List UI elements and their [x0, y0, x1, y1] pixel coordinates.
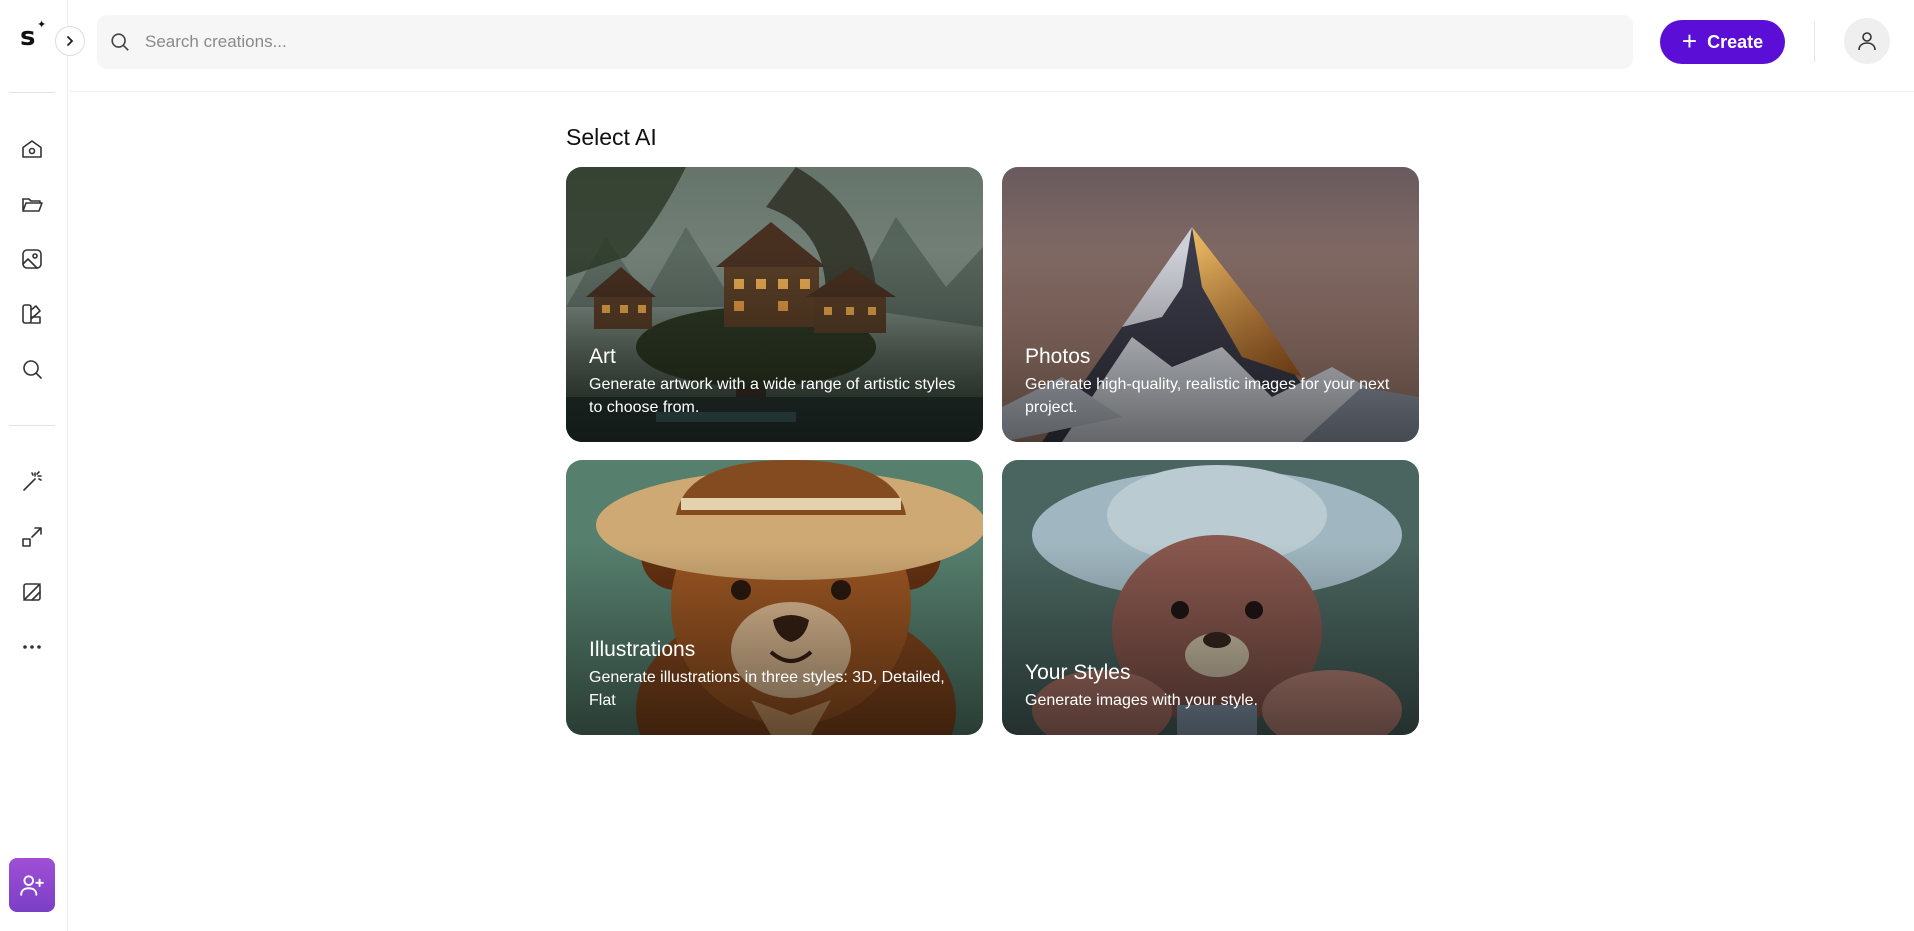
- ai-card-illustrations[interactable]: Illustrations Generate illustrations in …: [566, 460, 983, 735]
- ai-card-art[interactable]: Art Generate artwork with a wide range o…: [566, 167, 983, 442]
- palette-icon: [22, 304, 41, 324]
- search-input[interactable]: [145, 15, 1615, 69]
- card-description: Generate artwork with a wide range of ar…: [589, 376, 956, 416]
- section-title: Select AI: [566, 124, 657, 150]
- plus-icon: +: [1681, 26, 1698, 56]
- card-title: Photos: [1025, 345, 1091, 368]
- sidebar-divider: [9, 92, 55, 93]
- sidebar-item-edit[interactable]: [12, 572, 52, 612]
- logo-letter: s: [20, 22, 36, 52]
- invite-user-button[interactable]: [9, 858, 55, 912]
- card-description: Generate illustrations in three styles: …: [589, 669, 945, 709]
- sidebar: s ✦: [0, 0, 68, 931]
- create-button[interactable]: + Create: [1660, 20, 1785, 64]
- sidebar-item-gallery[interactable]: [12, 239, 52, 279]
- user-avatar-button[interactable]: [1844, 18, 1890, 64]
- folder-icon: [22, 198, 43, 212]
- logo-sparkle-icon: ✦: [37, 18, 47, 31]
- card-description: Generate images with your style.: [1025, 692, 1258, 709]
- sidebar-item-home[interactable]: [12, 129, 52, 169]
- magic-wand-icon: [23, 471, 42, 491]
- card-title: Art: [589, 345, 616, 368]
- header-divider: [1814, 22, 1815, 62]
- card-title: Illustrations: [589, 638, 696, 661]
- sidebar-expand-button[interactable]: [55, 26, 85, 56]
- home-icon: [22, 140, 42, 158]
- add-user-icon: [20, 875, 44, 896]
- search-icon: [109, 31, 131, 53]
- sidebar-item-upscale[interactable]: [12, 517, 52, 557]
- sidebar-item-magic[interactable]: [12, 462, 52, 502]
- card-title: Your Styles: [1025, 661, 1131, 684]
- ai-card-photos[interactable]: Photos Generate high-quality, realistic …: [1002, 167, 1419, 442]
- top-header: + Create: [69, 0, 1914, 92]
- search-bar[interactable]: [97, 15, 1633, 69]
- card-description: Generate high-quality, realistic images …: [1025, 376, 1390, 416]
- edit-image-icon: [23, 583, 41, 601]
- sidebar-divider: [9, 425, 55, 426]
- search-icon: [23, 360, 42, 379]
- sidebar-item-folders[interactable]: [12, 184, 52, 224]
- expand-icon: [22, 527, 42, 547]
- create-button-label: Create: [1707, 31, 1764, 52]
- ai-card-your-styles[interactable]: Your Styles Generate images with your st…: [1002, 460, 1419, 735]
- user-icon: [1858, 32, 1876, 51]
- sidebar-item-more[interactable]: [12, 627, 52, 667]
- more-icon: [23, 645, 41, 649]
- image-icon: [22, 249, 42, 269]
- sidebar-item-styles[interactable]: [12, 294, 52, 334]
- app-logo[interactable]: s ✦: [20, 18, 46, 54]
- sidebar-item-explore[interactable]: [12, 349, 52, 389]
- chevron-right-icon: [67, 36, 74, 46]
